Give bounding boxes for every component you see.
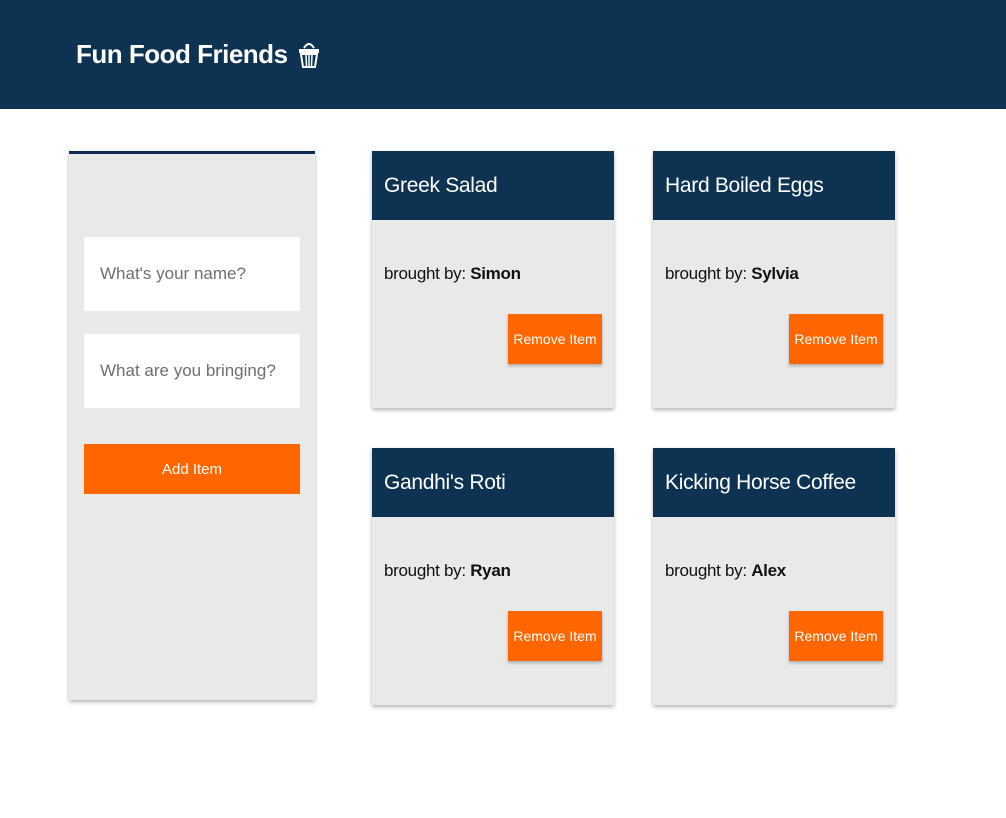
item-body: brought by: Ryan Remove Item xyxy=(372,517,614,705)
brought-by: brought by: Sylvia xyxy=(665,264,799,284)
person-name: Alex xyxy=(751,561,786,580)
app-header: Fun Food Friends xyxy=(0,0,1006,109)
remove-item-button[interactable]: Remove Item xyxy=(508,314,602,364)
item-title: Hard Boiled Eggs xyxy=(653,151,895,220)
remove-item-button[interactable]: Remove Item xyxy=(508,611,602,661)
bringing-input[interactable] xyxy=(84,334,300,408)
item-card: Hard Boiled Eggs brought by: Sylvia Remo… xyxy=(653,151,895,408)
brought-by-label: brought by: xyxy=(665,264,747,283)
add-item-button[interactable]: Add Item xyxy=(84,444,300,494)
item-card: Gandhi's Roti brought by: Ryan Remove It… xyxy=(372,448,614,705)
item-title: Kicking Horse Coffee xyxy=(653,448,895,517)
name-input[interactable] xyxy=(84,237,300,311)
item-card: Greek Salad brought by: Simon Remove Ite… xyxy=(372,151,614,408)
basket-icon xyxy=(298,38,320,70)
brought-by-label: brought by: xyxy=(384,264,466,283)
app-brand: Fun Food Friends xyxy=(76,38,320,70)
item-title: Greek Salad xyxy=(372,151,614,220)
person-name: Sylvia xyxy=(751,264,799,283)
item-card: Kicking Horse Coffee brought by: Alex Re… xyxy=(653,448,895,705)
brought-by: brought by: Ryan xyxy=(384,561,511,581)
item-body: brought by: Alex Remove Item xyxy=(653,517,895,705)
brought-by-label: brought by: xyxy=(384,561,466,580)
item-body: brought by: Sylvia Remove Item xyxy=(653,220,895,408)
person-name: Simon xyxy=(470,264,521,283)
remove-item-button[interactable]: Remove Item xyxy=(789,314,883,364)
brought-by: brought by: Simon xyxy=(384,264,521,284)
brought-by: brought by: Alex xyxy=(665,561,786,581)
person-name: Ryan xyxy=(470,561,511,580)
add-item-panel: Add Item xyxy=(69,151,315,700)
item-body: brought by: Simon Remove Item xyxy=(372,220,614,408)
brought-by-label: brought by: xyxy=(665,561,747,580)
item-title: Gandhi's Roti xyxy=(372,448,614,517)
app-title: Fun Food Friends xyxy=(76,38,288,69)
remove-item-button[interactable]: Remove Item xyxy=(789,611,883,661)
